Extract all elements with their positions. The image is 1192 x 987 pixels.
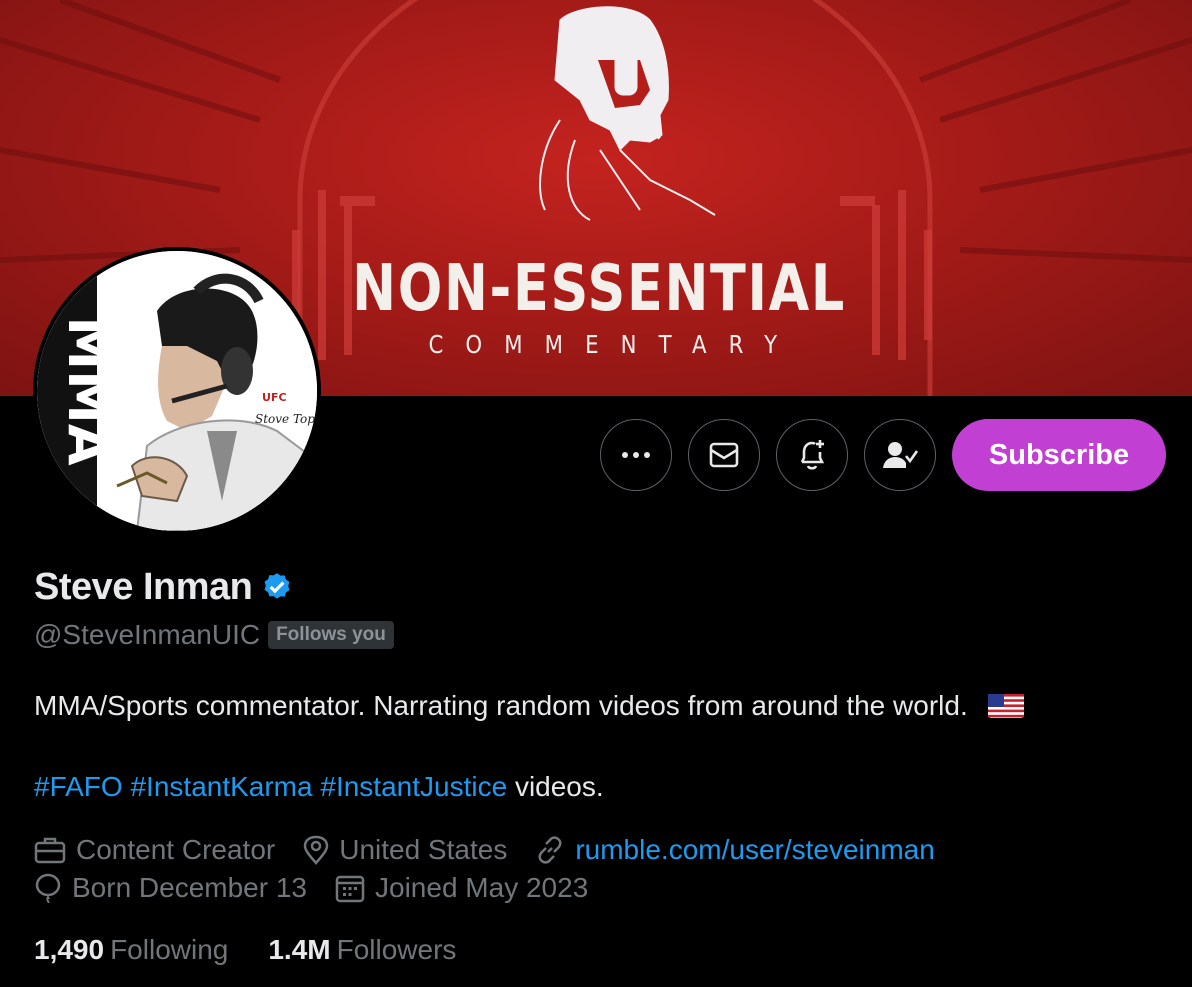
birthday-text: Born December 13 — [72, 872, 308, 903]
location-text: United States — [339, 834, 508, 865]
mail-icon — [709, 442, 739, 468]
briefcase-icon — [34, 837, 66, 864]
website-link[interactable]: rumble.com/user/steveinman — [575, 834, 934, 866]
link-icon — [538, 836, 562, 864]
following-stat[interactable]: 1,490 Following — [34, 934, 228, 966]
avatar-patch-ufc: UFC — [262, 391, 287, 404]
category-text: Content Creator — [76, 834, 276, 865]
followers-label: Followers — [336, 934, 457, 965]
handle-row: @SteveInmanUIC Follows you — [34, 619, 394, 651]
profile-meta-row-1: Content Creator United States rumble.com… — [34, 834, 963, 866]
joined-text: Joined May 2023 — [375, 872, 589, 903]
avatar[interactable]: MMA UFC Stove Top — [33, 247, 321, 535]
profile-meta-row-2: Born December 13 Joined May 2023 — [34, 872, 616, 904]
notify-button[interactable] — [776, 419, 848, 491]
followers-count: 1.4M — [268, 934, 331, 965]
avatar-patch-stove: Stove Top — [255, 412, 315, 426]
display-name: Steve Inman — [34, 566, 253, 608]
location-pin-icon — [303, 835, 329, 865]
category-item: Content Creator — [34, 834, 275, 866]
message-button[interactable] — [688, 419, 760, 491]
hashtag-instantkarma[interactable]: #InstantKarma — [130, 771, 312, 802]
follow-stats: 1,490 Following 1.4M Followers — [34, 934, 496, 966]
location-item: United States — [303, 834, 507, 866]
bio-line-1: MMA/Sports commentator. Narrating random… — [34, 690, 1024, 722]
bell-plus-icon — [800, 440, 825, 470]
person-check-icon — [883, 442, 918, 468]
subscribe-button[interactable]: Subscribe — [952, 419, 1166, 491]
handle: @SteveInmanUIC — [34, 619, 261, 650]
avatar-logo-text: MMA — [56, 316, 119, 465]
profile-name-row: Steve Inman — [34, 566, 294, 609]
calendar-icon — [335, 875, 365, 903]
joined-item: Joined May 2023 — [335, 872, 588, 904]
more-icon — [622, 452, 650, 458]
hashtag-fafo[interactable]: #FAFO — [34, 771, 123, 802]
following-button[interactable] — [864, 419, 936, 491]
following-label: Following — [110, 934, 229, 965]
birthday-item: Born December 13 — [34, 872, 307, 904]
us-flag-icon — [987, 694, 1024, 718]
follows-you-badge: Follows you — [268, 621, 394, 649]
following-count: 1,490 — [34, 934, 105, 965]
bio-suffix: videos. — [514, 771, 604, 802]
website-item[interactable]: rumble.com/user/steveinman — [535, 834, 935, 866]
more-button[interactable] — [600, 419, 672, 491]
followers-stat[interactable]: 1.4M Followers — [268, 934, 456, 966]
bio-line-2: #FAFO #InstantKarma #InstantJustice vide… — [34, 771, 604, 803]
commentator-avatar-icon: MMA UFC Stove Top — [37, 251, 317, 531]
bio-text: MMA/Sports commentator. Narrating random… — [34, 690, 968, 721]
verified-badge-icon[interactable] — [260, 571, 294, 605]
balloon-icon — [35, 873, 61, 903]
hashtag-instantjustice[interactable]: #InstantJustice — [320, 771, 507, 802]
